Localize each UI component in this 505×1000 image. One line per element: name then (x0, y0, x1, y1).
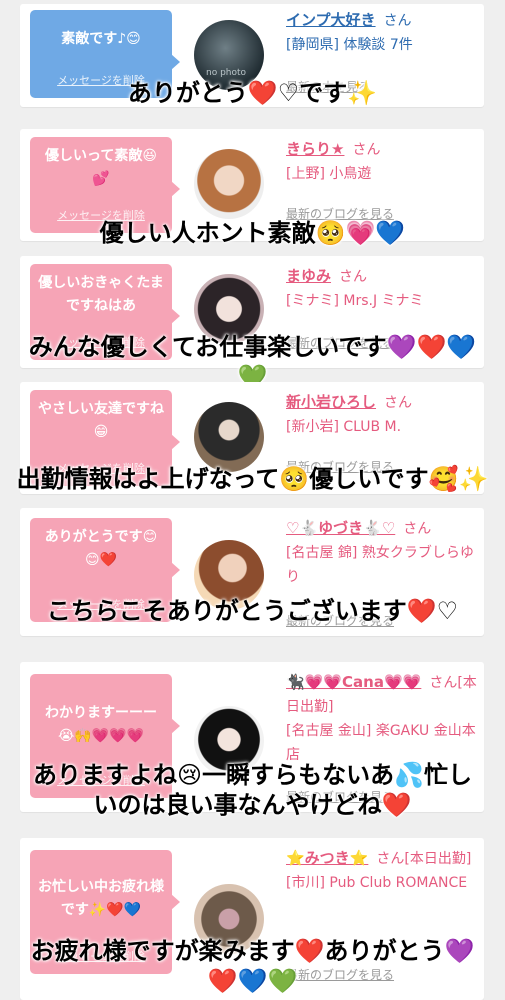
honorific: さん (403, 521, 432, 537)
shop-place: [市川] Pub Club ROMANCE (286, 875, 468, 891)
user-info: ⭐みつき⭐ さん[本日出勤] [市川] Pub Club ROMANCE (286, 846, 478, 895)
user-name-link[interactable]: インプ大好き (286, 11, 376, 29)
message-text: ありがとうです😊😊❤️ (44, 529, 158, 568)
avatar[interactable] (194, 402, 264, 472)
message-text: 優しいって素敵😆💕 (45, 148, 157, 187)
comment-overlay: ありがとう❤️♡です✨ (127, 79, 378, 107)
comment-overlay: 優しい人ホント素敵🥺💗💙 (99, 219, 406, 247)
comment-overlay: 出勤情報はよ上げなって🥺優しいです🥰✨ (16, 465, 489, 493)
shop-place: [静岡県] 体験談 7件 (286, 37, 413, 53)
comment-overlay: ありますよね😢一瞬すらもないあ💦忙しいのは良い事なんやけどね❤️ (33, 761, 472, 819)
avatar-placeholder-text: no photo (206, 68, 247, 78)
comment-overlay: お疲れ様ですが楽みます❤️ありがとう💜❤️💙💚 (30, 937, 475, 995)
shop-place: [上野] 小鳥遊 (286, 166, 372, 182)
user-name-link[interactable]: ♡🐇ゆづき🐇♡ (286, 519, 395, 537)
user-info: インプ大好き さん [静岡県] 体験談 7件 (286, 8, 478, 57)
comment-overlay: こちらこそありがとうございます❤️♡ (46, 597, 459, 625)
user-info: 新小岩ひろし さん [新小岩] CLUB M. (286, 390, 478, 439)
shop-place: [新小岩] CLUB M. (286, 419, 402, 435)
user-name-link[interactable]: きらり★ (286, 140, 344, 158)
honorific: さん (352, 142, 381, 158)
user-name-link[interactable]: 🐈‍⬛💗💗Cana💗💗 (286, 673, 421, 691)
honorific: さん (383, 13, 412, 29)
user-info: ♡🐇ゆづき🐇♡ さん [名古屋 錦] 熟女クラブしらゆり (286, 516, 478, 589)
honorific: さん (339, 269, 368, 285)
user-name-link[interactable]: まゆみ (286, 267, 331, 285)
shop-place: [名古屋 錦] 熟女クラブしらゆり (286, 545, 474, 585)
user-name-link[interactable]: 新小岩ひろし (286, 393, 376, 411)
honorific: さん (384, 395, 413, 411)
user-info: 🐈‍⬛💗💗Cana💗💗 さん[本日出勤] [名古屋 金山] 楽GAKU 金山本店 (286, 670, 478, 767)
user-name-link[interactable]: ⭐みつき⭐ (286, 849, 368, 867)
message-text: わかりますーーー😭🙌💗💗💗 (45, 705, 157, 744)
honorific: さん[本日出勤] (376, 851, 472, 867)
message-text: 素敵です♪😊 (61, 31, 141, 47)
message-text: お忙しい中お疲れ様です✨❤️💙 (38, 879, 164, 918)
message-list: 素敵です♪😊 メッセージを削除 no photo インプ大好き さん [静岡県] … (0, 0, 505, 1000)
user-info: きらり★ さん [上野] 小鳥遊 (286, 137, 478, 186)
shop-place: [ミナミ] Mrs.J ミナミ (286, 293, 424, 309)
message-text: 優しいおきゃくたまですねはあ (38, 275, 164, 314)
user-info: まゆみ さん [ミナミ] Mrs.J ミナミ (286, 264, 478, 313)
message-text: やさしい友達ですね😁 (38, 401, 164, 440)
avatar[interactable] (194, 149, 264, 219)
